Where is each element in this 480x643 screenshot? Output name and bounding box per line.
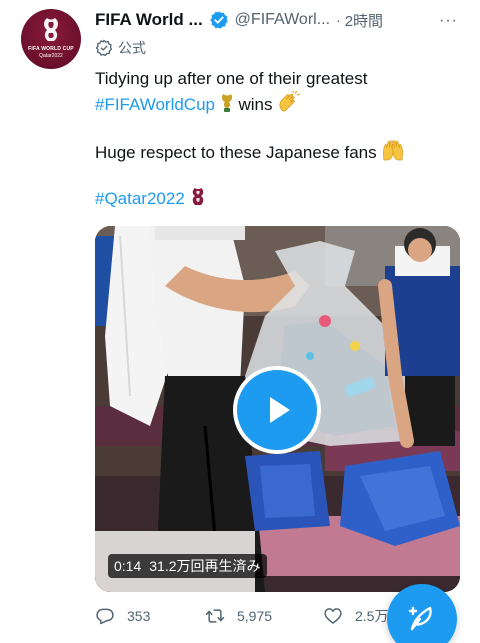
tweet-line-3-text: Huge respect to these Japanese fans	[95, 143, 382, 162]
video-stats-badge: 0:14 31.2万回再生済み	[108, 554, 267, 578]
retweet-count: 5,975	[237, 608, 273, 624]
video-duration: 0:14	[114, 558, 142, 574]
timestamp[interactable]: 2時間	[345, 10, 383, 31]
raising-hands-emoji-icon	[383, 140, 404, 161]
retweet-icon	[205, 609, 225, 623]
official-label: 公式	[95, 38, 146, 58]
play-icon	[270, 397, 290, 423]
display-name[interactable]: FIFA World ...	[95, 10, 203, 30]
like-button[interactable]: 2.5万	[323, 606, 388, 626]
avatar[interactable]: FIFA WORLD CUP Qatar2022	[21, 9, 81, 69]
hashtag-fifaworldcup[interactable]: #FIFAWorldCup	[95, 95, 215, 114]
tweet-header: FIFA World ... @FIFAWorl... · 2時間 ···	[95, 9, 470, 31]
avatar-title: FIFA WORLD CUP	[28, 46, 74, 52]
more-options-icon[interactable]: ···	[439, 12, 458, 30]
tweet-text: Tidying up after one of their greatest #…	[95, 67, 465, 211]
like-count: 2.5万	[355, 608, 389, 624]
compose-tweet-button[interactable]	[387, 584, 457, 643]
tweet[interactable]: FIFA WORLD CUP Qatar2022 FIFA World ... …	[0, 0, 480, 643]
reply-icon	[96, 608, 114, 625]
compose-feather-icon	[408, 606, 432, 631]
play-button[interactable]	[233, 366, 321, 454]
tweet-line-4: #Qatar2022	[95, 187, 465, 211]
tweet-line-3: Huge respect to these Japanese fans	[95, 139, 465, 163]
tweet-line-1: Tidying up after one of their greatest	[95, 69, 368, 88]
verified-badge-icon	[209, 11, 228, 29]
video-view-count: 31.2万回再生済み	[149, 558, 261, 574]
qatar-2022-emblem-emoji-icon	[192, 188, 203, 205]
tweet-line-2: #FIFAWorldCup wins	[95, 91, 465, 115]
hashtag-qatar2022[interactable]: #Qatar2022	[95, 189, 185, 208]
handle[interactable]: @FIFAWorl...	[235, 11, 330, 29]
official-badge-icon	[95, 39, 113, 57]
official-text: 公式	[118, 40, 146, 56]
avatar-subtitle: Qatar2022	[39, 53, 63, 59]
reply-count: 353	[127, 608, 151, 624]
clapping-hands-emoji-icon	[279, 91, 301, 112]
tweet-line-2-suffix: wins	[238, 95, 278, 114]
heart-icon	[324, 608, 342, 624]
retweet-button[interactable]: 5,975	[205, 606, 272, 626]
reply-button[interactable]: 353	[95, 606, 150, 626]
trophy-emoji-icon	[221, 94, 232, 112]
video-player[interactable]: 0:14 31.2万回再生済み	[95, 226, 460, 592]
world-cup-logo-icon	[44, 18, 58, 41]
separator-dot: ·	[336, 12, 341, 28]
